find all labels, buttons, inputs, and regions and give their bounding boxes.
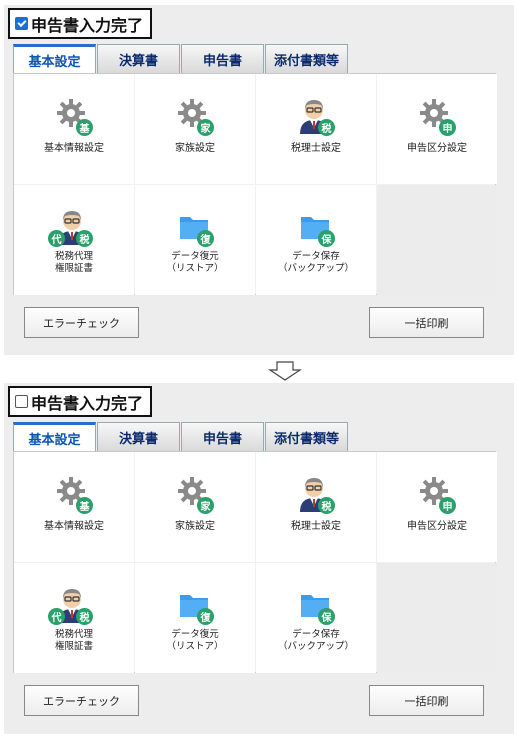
tab-attachments[interactable]: 添付書類等 xyxy=(265,44,348,73)
tile-label-line1: データ保存 xyxy=(292,251,340,262)
complete-checkbox-box[interactable]: 申告書入力完了 xyxy=(8,8,153,39)
tile-tax-accountant[interactable]: 税 税理士設定 xyxy=(256,74,376,184)
person-icon: 税 xyxy=(296,96,336,136)
tile-filing-category[interactable]: 申 申告区分設定 xyxy=(377,452,497,562)
tile-label-line1: 税務代理 xyxy=(54,251,93,262)
tile-label: 家族設定 xyxy=(175,143,215,154)
folder-icon: 復 xyxy=(175,207,215,247)
tile-power-of-attorney[interactable]: 代 税 税務代理 権限証書 xyxy=(14,563,134,673)
tab-bar: 基本設定 決算書 申告書 添付書類等 xyxy=(13,422,349,452)
complete-label: 申告書入力完了 xyxy=(31,393,144,413)
tile-label-line2: （バックアップ） xyxy=(277,263,354,274)
badge-left: 代 xyxy=(48,230,65,247)
tile-label: データ復元 （リストア） xyxy=(166,251,223,275)
complete-checkbox[interactable] xyxy=(15,395,28,408)
tab-attachments[interactable]: 添付書類等 xyxy=(265,422,348,451)
tile-family[interactable]: 家 家族設定 xyxy=(135,452,255,562)
tile-tax-accountant[interactable]: 税 税理士設定 xyxy=(256,452,376,562)
complete-checkbox[interactable] xyxy=(15,17,28,30)
gear-icon: 基 xyxy=(54,96,94,136)
tab-basic-settings[interactable]: 基本設定 xyxy=(13,44,96,74)
badge-left: 代 xyxy=(48,608,65,625)
tab-financial-statements[interactable]: 決算書 xyxy=(97,422,180,451)
bulk-print-button[interactable]: 一括印刷 xyxy=(369,307,484,338)
badge: 基 xyxy=(76,497,93,514)
tile-label-line1: データ保存 xyxy=(292,629,340,640)
gear-icon: 申 xyxy=(417,96,457,136)
folder-icon: 復 xyxy=(175,585,215,625)
tab-tax-return[interactable]: 申告書 xyxy=(181,422,264,451)
settings-grid: 基 基本情報設定 家 家族設定 税 税理士設定 申 申告区分設定 代 税 税務代… xyxy=(13,451,497,673)
badge: 復 xyxy=(197,230,214,247)
badge: 税 xyxy=(76,230,93,247)
tile-label: 税務代理 権限証書 xyxy=(55,629,93,653)
tile-label: データ復元 （リストア） xyxy=(166,629,223,653)
complete-label: 申告書入力完了 xyxy=(31,15,144,35)
error-check-button[interactable]: エラーチェック xyxy=(24,685,139,716)
person-icon: 税 xyxy=(296,474,336,514)
tile-empty xyxy=(377,185,497,295)
badge: 保 xyxy=(318,608,335,625)
tile-label-line1: 税務代理 xyxy=(54,629,93,640)
badge: 家 xyxy=(197,119,214,136)
tile-filing-category[interactable]: 申 申告区分設定 xyxy=(377,74,497,184)
tile-label: 税理士設定 xyxy=(291,521,341,532)
badge: 申 xyxy=(439,119,456,136)
complete-checkbox-box[interactable]: 申告書入力完了 xyxy=(8,386,153,417)
gear-icon: 基 xyxy=(54,474,94,514)
folder-icon: 保 xyxy=(296,585,336,625)
badge: 保 xyxy=(318,230,335,247)
badge: 家 xyxy=(197,497,214,514)
tile-data-restore[interactable]: 復 データ復元 （リストア） xyxy=(135,563,255,673)
badge: 税 xyxy=(76,608,93,625)
tile-label: 税理士設定 xyxy=(291,143,341,154)
tile-label: データ保存 （バックアップ） xyxy=(278,629,354,653)
badge: 復 xyxy=(197,608,214,625)
person-icon: 代 税 xyxy=(48,207,94,247)
tile-label-line1: データ復元 xyxy=(171,629,219,640)
tile-label-line2: （リストア） xyxy=(166,641,224,652)
tile-label: 基本情報設定 xyxy=(44,521,104,532)
tile-basic-info[interactable]: 基 基本情報設定 xyxy=(14,74,134,184)
tile-data-backup[interactable]: 保 データ保存 （バックアップ） xyxy=(256,563,376,673)
settings-grid: 基 基本情報設定 家 家族設定 税 税理士設定 申 申告区分設定 代 税 税務代… xyxy=(13,73,497,295)
tab-financial-statements[interactable]: 決算書 xyxy=(97,44,180,73)
folder-icon: 保 xyxy=(296,207,336,247)
tile-label-line2: 権限証書 xyxy=(54,641,93,652)
tile-power-of-attorney[interactable]: 代 税 税務代理 権限証書 xyxy=(14,185,134,295)
badge: 税 xyxy=(318,119,335,136)
tile-label: 申告区分設定 xyxy=(407,521,467,532)
tab-tax-return[interactable]: 申告書 xyxy=(181,44,264,73)
tile-empty xyxy=(377,563,497,673)
tile-label-line1: データ復元 xyxy=(171,251,219,262)
gear-icon: 家 xyxy=(175,474,215,514)
tile-label-line2: （リストア） xyxy=(166,263,224,274)
panel-after: 申告書入力完了 基本設定 決算書 申告書 添付書類等 基 基本情報設定 家 家族… xyxy=(4,383,514,734)
tile-label: 家族設定 xyxy=(175,521,215,532)
tile-family[interactable]: 家 家族設定 xyxy=(135,74,255,184)
panel-before: 申告書入力完了 基本設定 決算書 申告書 添付書類等 基 基本情報設定 家 家族… xyxy=(4,5,514,355)
tile-data-backup[interactable]: 保 データ保存 （バックアップ） xyxy=(256,185,376,295)
gear-icon: 家 xyxy=(175,96,215,136)
down-arrow-icon xyxy=(268,361,302,381)
badge: 基 xyxy=(76,119,93,136)
badge: 税 xyxy=(318,497,335,514)
tile-data-restore[interactable]: 復 データ復元 （リストア） xyxy=(135,185,255,295)
tile-label: 税務代理 権限証書 xyxy=(55,251,93,275)
tile-label: データ保存 （バックアップ） xyxy=(278,251,354,275)
tile-basic-info[interactable]: 基 基本情報設定 xyxy=(14,452,134,562)
tab-basic-settings[interactable]: 基本設定 xyxy=(13,422,96,452)
tile-label-line2: 権限証書 xyxy=(54,263,93,274)
gear-icon: 申 xyxy=(417,474,457,514)
tab-bar: 基本設定 決算書 申告書 添付書類等 xyxy=(13,44,349,74)
bulk-print-button[interactable]: 一括印刷 xyxy=(369,685,484,716)
tile-label: 申告区分設定 xyxy=(407,143,467,154)
badge: 申 xyxy=(439,497,456,514)
person-icon: 代 税 xyxy=(48,585,94,625)
tile-label-line2: （バックアップ） xyxy=(277,641,354,652)
error-check-button[interactable]: エラーチェック xyxy=(24,307,139,338)
tile-label: 基本情報設定 xyxy=(44,143,104,154)
